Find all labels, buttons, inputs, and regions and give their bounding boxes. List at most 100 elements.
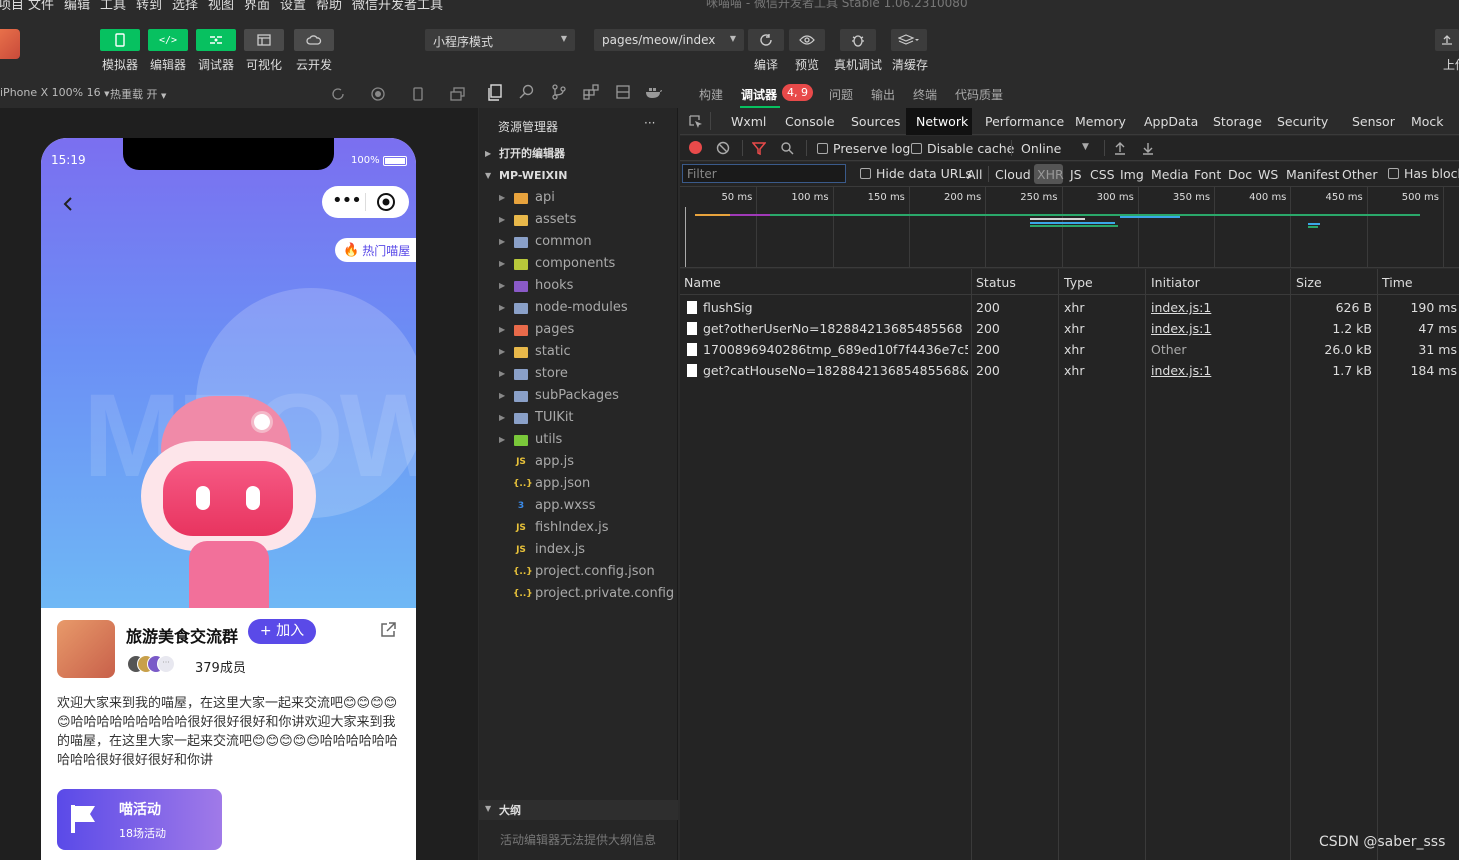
- tab-problems[interactable]: 问题: [829, 86, 853, 103]
- simulator-button[interactable]: [100, 29, 140, 51]
- filter-manifest[interactable]: Manifest: [1286, 167, 1339, 182]
- has-blocked-checkbox[interactable]: Has blocked: [1388, 166, 1459, 181]
- folder-item[interactable]: ▶ components: [479, 253, 678, 275]
- filter-icon[interactable]: [752, 141, 766, 155]
- hot-badge[interactable]: 🔥 热门喵屋: [335, 238, 416, 262]
- share-icon[interactable]: [379, 621, 397, 639]
- storage-icon[interactable]: [615, 84, 631, 100]
- activity-card[interactable]: 喵活动 18场活动: [57, 789, 222, 850]
- filter-cloud[interactable]: Cloud: [995, 167, 1031, 182]
- folder-item[interactable]: ▶ assets: [479, 209, 678, 231]
- folder-item[interactable]: ▶ node-modules: [479, 297, 678, 319]
- table-row[interactable]: flushSig 200 xhr index.js:1 626 B 190 ms: [680, 297, 1459, 318]
- user-avatar[interactable]: [0, 29, 20, 59]
- menu-edit[interactable]: 编辑: [64, 0, 90, 10]
- tab-performance[interactable]: Performance: [985, 114, 1064, 129]
- hide-data-urls-checkbox[interactable]: Hide data URLs: [860, 166, 972, 181]
- menu-select[interactable]: 选择: [172, 0, 198, 10]
- folder-item[interactable]: ▶ store: [479, 363, 678, 385]
- clear-cache-button[interactable]: [891, 29, 927, 51]
- file-item[interactable]: JS fishIndex.js: [479, 517, 678, 539]
- filter-input[interactable]: Filter: [682, 164, 846, 183]
- tab-build[interactable]: 构建: [699, 86, 723, 103]
- group-avatar[interactable]: [57, 620, 115, 678]
- explorer-more-button[interactable]: ···: [644, 116, 655, 130]
- detach-icon[interactable]: [450, 87, 466, 101]
- preserve-log-checkbox[interactable]: Preserve log: [817, 141, 910, 156]
- tab-console[interactable]: Console: [785, 114, 835, 129]
- real-debug-button[interactable]: [840, 29, 876, 51]
- preview-button[interactable]: [789, 29, 825, 51]
- tab-network[interactable]: Network: [916, 114, 968, 129]
- cloud-button[interactable]: [294, 29, 334, 51]
- tab-debugger[interactable]: 调试器: [741, 86, 777, 103]
- close-target-icon[interactable]: [376, 192, 396, 212]
- filter-ws[interactable]: WS: [1258, 167, 1278, 182]
- docker-icon[interactable]: [645, 85, 663, 99]
- folder-item[interactable]: ▶ subPackages: [479, 385, 678, 407]
- table-row[interactable]: get?catHouseNo=182884213685485568&page..…: [680, 360, 1459, 381]
- inspect-icon[interactable]: [689, 115, 703, 129]
- file-item[interactable]: {..}project.private.config.js...: [479, 583, 678, 605]
- filter-css[interactable]: CSS: [1090, 167, 1115, 182]
- cell-initiator[interactable]: index.js:1: [1151, 363, 1286, 378]
- col-time[interactable]: Time: [1382, 275, 1413, 290]
- import-har-icon[interactable]: [1114, 141, 1126, 155]
- search-icon[interactable]: [780, 141, 794, 155]
- folder-item[interactable]: ▶ api: [479, 187, 678, 209]
- back-icon[interactable]: [61, 196, 75, 212]
- filter-other[interactable]: Other: [1342, 167, 1378, 182]
- col-name[interactable]: Name: [684, 275, 721, 290]
- tab-memory[interactable]: Memory: [1075, 114, 1126, 129]
- filter-font[interactable]: Font: [1194, 167, 1221, 182]
- debugger-button[interactable]: [196, 29, 236, 51]
- file-item[interactable]: JS app.js: [479, 451, 678, 473]
- menu-goto[interactable]: 转到: [136, 0, 162, 10]
- menu-settings[interactable]: 设置: [280, 0, 306, 10]
- menu-wechat-devtools[interactable]: 微信开发者工具: [352, 0, 443, 10]
- file-item[interactable]: {..} project.config.json: [479, 561, 678, 583]
- tab-mock[interactable]: Mock: [1411, 114, 1444, 129]
- folder-item[interactable]: ▶ static: [479, 341, 678, 363]
- hot-reload-toggle[interactable]: 热重载 开 ▼: [110, 86, 166, 102]
- folder-item[interactable]: ▶ hooks: [479, 275, 678, 297]
- throttle-select[interactable]: Online: [1021, 141, 1061, 156]
- menu-file[interactable]: 文件: [28, 0, 54, 10]
- clear-icon[interactable]: [716, 141, 730, 155]
- folder-item[interactable]: ▶ TUIKit: [479, 407, 678, 429]
- tab-wxml[interactable]: Wxml: [731, 114, 766, 129]
- mode-select[interactable]: 小程序模式 ▼: [425, 29, 575, 51]
- visual-button[interactable]: [244, 29, 284, 51]
- join-button[interactable]: + 加入: [248, 619, 316, 644]
- file-item[interactable]: JS index.js: [479, 539, 678, 561]
- col-size[interactable]: Size: [1296, 275, 1322, 290]
- folder-item[interactable]: ▶ utils: [479, 429, 678, 451]
- rotate-icon[interactable]: [331, 87, 345, 101]
- filter-all[interactable]: All: [967, 167, 983, 182]
- col-type[interactable]: Type: [1064, 275, 1093, 290]
- table-row[interactable]: 1700896940286tmp_689ed10f7f4436e7c55c3a1…: [680, 339, 1459, 360]
- outline-section[interactable]: ▼ 大纲: [479, 800, 678, 820]
- tab-output[interactable]: 输出: [871, 86, 895, 103]
- menu-view[interactable]: 视图: [208, 0, 234, 10]
- col-status[interactable]: Status: [976, 275, 1016, 290]
- upload-button[interactable]: [1435, 29, 1459, 51]
- page-select[interactable]: pages/meow/index ▼: [594, 29, 744, 51]
- filter-media[interactable]: Media: [1151, 167, 1189, 182]
- tab-sensor[interactable]: Sensor: [1352, 114, 1395, 129]
- tab-sources[interactable]: Sources: [851, 114, 900, 129]
- col-initiator[interactable]: Initiator: [1151, 275, 1200, 290]
- menu-help[interactable]: 帮助: [316, 0, 342, 10]
- extensions-icon[interactable]: [583, 84, 599, 100]
- editor-button[interactable]: </>: [148, 29, 188, 51]
- folder-item[interactable]: ▶ pages: [479, 319, 678, 341]
- file-item[interactable]: {..} app.json: [479, 473, 678, 495]
- disable-cache-checkbox[interactable]: Disable cache: [911, 141, 1014, 156]
- chevron-down-icon[interactable]: ▼: [1082, 142, 1089, 152]
- cell-initiator[interactable]: index.js:1: [1151, 321, 1286, 336]
- filter-doc[interactable]: Doc: [1228, 167, 1252, 182]
- filter-img[interactable]: Img: [1120, 167, 1144, 182]
- cell-initiator[interactable]: index.js:1: [1151, 300, 1286, 315]
- menu-tools[interactable]: 工具: [100, 0, 126, 10]
- filter-js[interactable]: JS: [1070, 167, 1082, 182]
